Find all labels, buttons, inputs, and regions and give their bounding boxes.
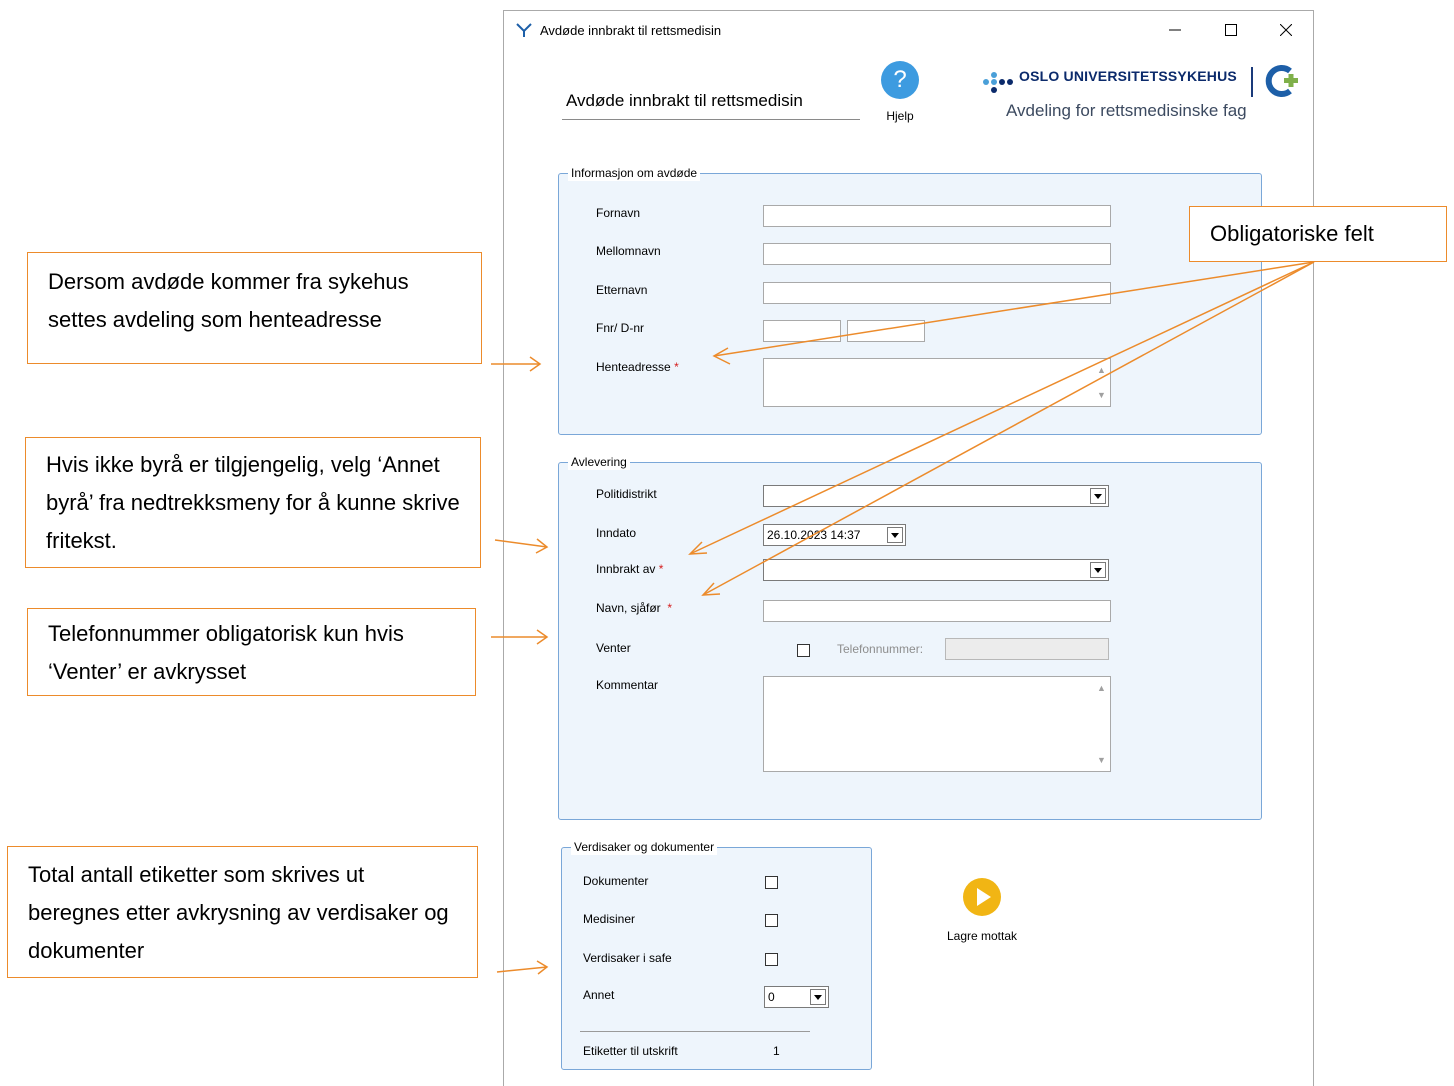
inndato-value: 26.10.2023 14:37 <box>767 528 861 542</box>
kommentar-textarea[interactable]: ▲ ▼ <box>763 676 1111 772</box>
fornavn-label: Fornavn <box>596 206 641 220</box>
venter-label: Venter <box>596 641 631 655</box>
scroll-up-icon[interactable]: ▲ <box>1093 683 1110 693</box>
fnr-label: Fnr/ D-nr <box>596 321 644 335</box>
politidistrikt-dropdown[interactable] <box>763 485 1109 507</box>
title-bar: Avdøde innbrakt til rettsmedisin <box>504 11 1313 49</box>
help-button[interactable]: ? <box>879 61 921 101</box>
save-label[interactable]: Lagre mottak <box>936 929 1028 943</box>
scroll-up-icon[interactable]: ▲ <box>1093 365 1110 375</box>
medisiner-label: Medisiner <box>583 912 636 926</box>
etternavn-label: Etternavn <box>596 283 648 297</box>
scroll-down-icon[interactable]: ▼ <box>1093 390 1110 400</box>
chevron-down-icon[interactable] <box>1090 488 1106 504</box>
deceased-info-group: Informasjon om avdøde Fornavn Mellomnavn… <box>558 165 1262 435</box>
department-name: Avdeling for rettsmedisinske fag <box>1006 101 1247 120</box>
close-icon <box>1280 24 1292 36</box>
question-mark-icon: ? <box>881 61 919 99</box>
henteadresse-scrollbar[interactable]: ▲ ▼ <box>1093 359 1110 406</box>
delivery-group: Avlevering Politidistrikt Inndato 26.10.… <box>558 454 1262 820</box>
inndato-datepicker[interactable]: 26.10.2023 14:37 <box>763 524 906 546</box>
kommentar-label: Kommentar <box>596 678 659 692</box>
app-logo-icon <box>516 23 532 37</box>
minimize-button[interactable] <box>1153 16 1197 44</box>
politidistrikt-label: Politidistrikt <box>596 487 657 501</box>
fornavn-input[interactable] <box>763 205 1111 227</box>
scroll-down-icon[interactable]: ▼ <box>1093 755 1110 765</box>
hospital-logo-dots-icon <box>983 72 1013 93</box>
dokumenter-checkbox[interactable] <box>765 876 778 889</box>
form-title: Avdøde innbrakt til rettsmedisin <box>566 91 803 110</box>
callout-etiketter: Total antall etiketter som skrives ut be… <box>7 846 478 978</box>
callout-obligatoriske-text: Obligatoriske felt <box>1210 221 1374 246</box>
callout-telefon: Telefonnummer obligatorisk kun hvis ‘Ven… <box>27 608 476 696</box>
navn-sjafor-label: Navn, sjåfør * <box>596 600 672 616</box>
app-window: Avdøde innbrakt til rettsmedisin Avdøde … <box>503 10 1314 1086</box>
kommentar-scrollbar[interactable]: ▲ ▼ <box>1093 677 1110 771</box>
medisiner-checkbox[interactable] <box>765 914 778 927</box>
inndato-label: Inndato <box>596 526 637 540</box>
innbrakt-av-dropdown[interactable] <box>763 559 1109 581</box>
verdisaker-checkbox[interactable] <box>765 953 778 966</box>
henteadresse-label: Henteadresse * <box>596 359 679 375</box>
close-button[interactable] <box>1264 16 1308 44</box>
callout-sykehus: Dersom avdøde kommer fra sykehus settes … <box>27 252 482 364</box>
telefonnummer-input[interactable] <box>945 638 1109 660</box>
chevron-down-icon[interactable] <box>887 527 903 543</box>
callout-telefon-text: Telefonnummer obligatorisk kun hvis ‘Ven… <box>48 621 404 684</box>
callout-byra-text: Hvis ikke byrå er tilgjengelig, velg ‘An… <box>46 452 460 553</box>
divider <box>580 1031 810 1032</box>
navn-sjafor-input[interactable] <box>763 600 1111 622</box>
etiketter-count: 1 <box>773 1044 780 1058</box>
chevron-down-icon[interactable] <box>810 989 826 1005</box>
callout-obligatoriske: Obligatoriske felt <box>1189 206 1447 262</box>
venter-checkbox[interactable] <box>797 644 810 657</box>
henteadresse-label-text: Henteadresse <box>596 360 671 374</box>
window-title: Avdøde innbrakt til rettsmedisin <box>540 23 722 38</box>
save-button[interactable] <box>962 878 1002 918</box>
delivery-title: Avlevering <box>568 454 630 470</box>
logo-separator <box>1251 67 1253 97</box>
help-label: Hjelp <box>886 109 914 123</box>
annet-label: Annet <box>583 988 615 1002</box>
required-marker: * <box>674 360 679 374</box>
innbrakt-av-label: Innbrakt av * <box>596 561 663 577</box>
etiketter-label: Etiketter til utskrift <box>583 1044 678 1058</box>
maximize-icon <box>1225 24 1237 36</box>
innbrakt-av-label-text: Innbrakt av <box>596 562 656 576</box>
henteadresse-textarea[interactable]: ▲ ▼ <box>763 358 1111 407</box>
etternavn-input[interactable] <box>763 282 1111 304</box>
form-title-underline: Avdøde innbrakt til rettsmedisin <box>562 89 860 120</box>
minimize-icon <box>1169 29 1181 31</box>
annet-value: 0 <box>768 990 775 1004</box>
valuables-title: Verdisaker og dokumenter <box>571 839 718 855</box>
maximize-button[interactable] <box>1209 16 1253 44</box>
chevron-down-icon[interactable] <box>1090 562 1106 578</box>
navn-sjafor-label-text: Navn, sjåfør <box>596 601 661 615</box>
telefonnummer-label: Telefonnummer: <box>837 642 924 656</box>
callout-sykehus-text: Dersom avdøde kommer fra sykehus settes … <box>48 269 409 332</box>
play-icon <box>963 878 1001 916</box>
deceased-info-title: Informasjon om avdøde <box>568 165 701 181</box>
dnr-input[interactable] <box>847 320 925 342</box>
callout-etiketter-text: Total antall etiketter som skrives ut be… <box>28 862 449 963</box>
verdisaker-label: Verdisaker i safe <box>583 951 672 965</box>
annet-dropdown[interactable]: 0 <box>764 986 829 1008</box>
dokumenter-label: Dokumenter <box>583 874 649 888</box>
callout-byra: Hvis ikke byrå er tilgjengelig, velg ‘An… <box>25 437 481 568</box>
mellomnavn-input[interactable] <box>763 243 1111 265</box>
hospital-name: OSLO UNIVERSITETSSYKEHUS <box>1019 68 1237 84</box>
required-marker: * <box>667 601 673 615</box>
hospital-emblem-icon <box>1265 65 1298 97</box>
fnr-input[interactable] <box>763 320 841 342</box>
required-marker: * <box>658 562 664 576</box>
mellomnavn-label: Mellomnavn <box>596 244 661 258</box>
valuables-group: Verdisaker og dokumenter Dokumenter Medi… <box>561 839 872 1070</box>
